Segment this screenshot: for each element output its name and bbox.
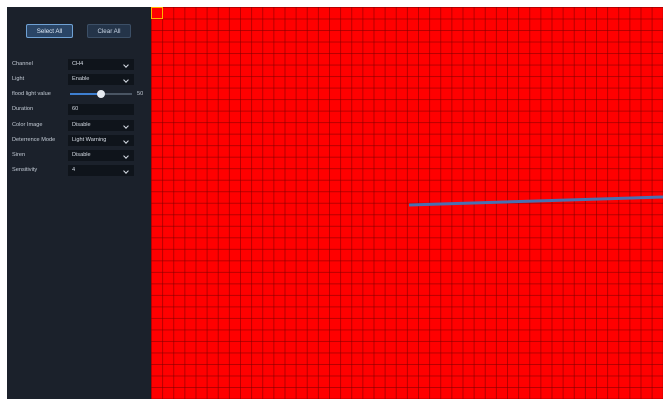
siren-label: Siren [12, 152, 26, 158]
color-image-select[interactable]: Disable [68, 119, 134, 131]
deterrence-mode-row: Deterrence Mode Light Warning [12, 134, 134, 146]
settings-sidebar: Select All Clear All Channel CH4 Light E… [7, 7, 151, 399]
duration-input[interactable]: 60 [68, 103, 134, 115]
channel-label: Channel [12, 61, 33, 67]
line-crossing-overlay [408, 195, 663, 207]
duration-row: Duration 60 [12, 103, 134, 115]
flood-light-slider-thumb[interactable] [97, 90, 105, 98]
flood-light-slider[interactable] [70, 90, 132, 98]
light-label: Light [12, 76, 25, 82]
area-buttons: Select All Clear All [26, 24, 131, 38]
channel-row: Channel CH4 [12, 58, 134, 70]
flood-light-label: flood light value [12, 91, 51, 97]
siren-value: Disable [72, 152, 91, 158]
sensitivity-value: 4 [72, 167, 76, 173]
light-row: Light Enable [12, 73, 134, 85]
light-select[interactable]: Enable [68, 73, 134, 85]
color-image-label: Color Image [12, 122, 43, 128]
deterrence-mode-label: Deterrence Mode [12, 137, 56, 143]
siren-row: Siren Disable [12, 149, 134, 161]
clear-all-button[interactable]: Clear All [87, 24, 131, 38]
sensitivity-select[interactable]: 4 [68, 164, 134, 176]
siren-select[interactable]: Disable [68, 149, 134, 161]
channel-value: CH4 [72, 61, 84, 67]
trip-line[interactable] [408, 195, 663, 207]
channel-select[interactable]: CH4 [68, 58, 134, 70]
sensitivity-label: Sensitivity [12, 167, 38, 173]
sensitivity-row: Sensitivity 4 [12, 164, 134, 176]
detection-area-grid[interactable] [151, 7, 663, 399]
deterrence-mode-value: Light Warning [72, 137, 107, 143]
duration-value: 60 [72, 106, 79, 112]
color-image-value: Disable [72, 122, 91, 128]
light-value: Enable [72, 76, 90, 82]
color-image-row: Color Image Disable [12, 119, 134, 131]
duration-label: Duration [12, 106, 34, 112]
flood-light-value: 50 [137, 91, 144, 97]
select-all-button[interactable]: Select All [26, 24, 73, 38]
flood-light-row: flood light value 50 [12, 88, 143, 100]
deterrence-mode-select[interactable]: Light Warning [68, 134, 134, 146]
